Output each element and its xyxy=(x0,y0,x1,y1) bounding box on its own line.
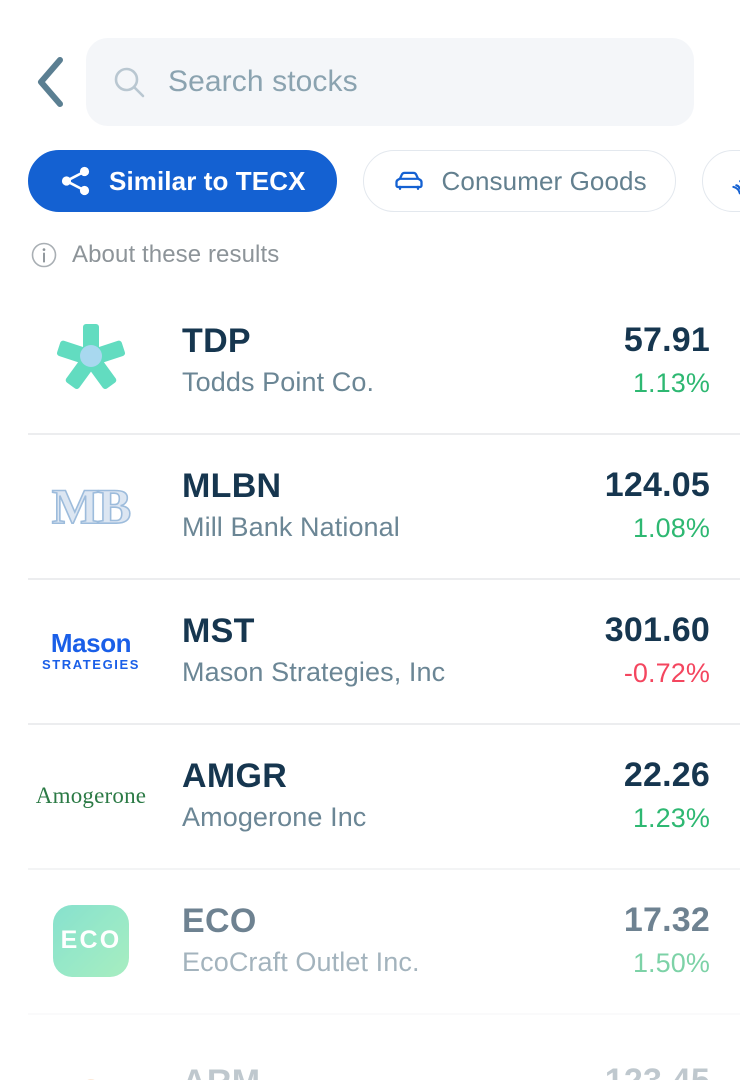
company-logo: ECO xyxy=(28,891,154,991)
filter-chip-row: Similar to TECX Consumer Goods xyxy=(0,126,740,222)
change-percent: -0.72% xyxy=(623,657,710,688)
amogerone-wordmark-logo: Amogerone xyxy=(35,783,147,808)
company-name: Amogerone Inc xyxy=(182,802,367,833)
table-row[interactable]: MB MLBN Mill Bank National 124.05 1.08% xyxy=(0,433,740,578)
about-these-results[interactable]: About these results xyxy=(0,222,740,274)
chip-consumer-goods[interactable]: Consumer Goods xyxy=(362,150,676,212)
satellite-icon xyxy=(731,164,740,198)
top-bar xyxy=(0,0,740,126)
ticker-symbol: AMGR xyxy=(182,756,288,795)
company-name: Mill Bank National xyxy=(182,512,400,543)
table-row[interactable]: ARM 123.45 xyxy=(0,1013,740,1080)
price-cell: 17.32 1.50% xyxy=(624,901,710,979)
search-bar[interactable] xyxy=(86,38,694,126)
mill-bank-mb-logo: MB xyxy=(51,477,132,534)
company-logo: MB xyxy=(28,456,154,556)
company-name: EcoCraft Outlet Inc. xyxy=(182,947,420,978)
back-button[interactable] xyxy=(14,38,86,126)
ticker-symbol: ARM xyxy=(182,1063,605,1080)
ticker-symbol: MST xyxy=(182,611,255,650)
change-percent: 1.50% xyxy=(632,947,710,978)
chip-telecom[interactable]: Tele xyxy=(701,150,740,212)
change-percent: 1.08% xyxy=(632,512,710,543)
price-value: 301.60 xyxy=(604,611,710,650)
company-name-cell: ARM xyxy=(154,1063,605,1080)
change-percent: 1.23% xyxy=(632,802,710,833)
company-name-cell: MST Mason Strategies, Inc xyxy=(154,612,605,689)
info-circle-icon xyxy=(30,241,58,269)
price-value: 22.26 xyxy=(623,756,710,795)
table-row[interactable]: Mason STRATEGIES MST Mason Strategies, I… xyxy=(0,578,740,723)
price-cell: 301.60 -0.72% xyxy=(605,611,710,689)
todds-point-flower-logo xyxy=(51,318,131,403)
price-cell: 57.91 1.13% xyxy=(624,321,710,399)
chip-label: Consumer Goods xyxy=(441,165,647,196)
ticker-symbol: TDP xyxy=(182,321,251,360)
table-row[interactable]: ECO ECO EcoCraft Outlet Inc. 17.32 1.50% xyxy=(0,868,740,1013)
chip-label: Similar to TECX xyxy=(109,165,306,196)
company-logo xyxy=(28,311,154,411)
price-cell: 124.05 1.08% xyxy=(605,466,710,544)
price-value: 123.45 xyxy=(605,1062,710,1080)
search-input[interactable] xyxy=(168,65,668,99)
change-percent: 1.13% xyxy=(632,367,710,398)
company-logo xyxy=(28,1036,154,1080)
search-results-list: TDP Todds Point Co. 57.91 1.13% MB MLBN … xyxy=(0,274,740,1080)
ticker-symbol: ECO xyxy=(182,901,257,940)
stock-search-screen: Similar to TECX Consumer Goods xyxy=(0,0,740,1080)
company-name: Todds Point Co. xyxy=(182,367,375,398)
price-cell: 22.26 1.23% xyxy=(624,756,710,834)
mason-wordmark: Mason xyxy=(50,628,132,658)
mason-subtitle: STRATEGIES xyxy=(41,657,141,672)
chip-similar-to-tecx[interactable]: Similar to TECX xyxy=(28,150,337,212)
price-cell: 123.45 xyxy=(605,1062,710,1080)
company-logo: Mason STRATEGIES xyxy=(28,601,154,701)
company-name-cell: TDP Todds Point Co. xyxy=(154,322,624,399)
company-name-cell: AMGR Amogerone Inc xyxy=(154,757,624,834)
search-icon xyxy=(112,65,146,99)
table-row[interactable]: Amogerone AMGR Amogerone Inc 22.26 1.23% xyxy=(0,723,740,868)
ecocraft-badge-logo: ECO xyxy=(53,904,129,977)
table-row[interactable]: TDP Todds Point Co. 57.91 1.13% xyxy=(0,288,740,433)
about-label: About these results xyxy=(72,241,280,268)
share-nodes-icon xyxy=(59,164,93,198)
ticker-symbol: MLBN xyxy=(182,466,282,505)
car-icon xyxy=(392,164,426,198)
chevron-left-icon xyxy=(33,56,67,108)
company-name: Mason Strategies, Inc xyxy=(182,657,446,688)
price-value: 57.91 xyxy=(623,321,710,360)
mason-strategies-logo: Mason STRATEGIES xyxy=(42,630,140,671)
company-name-cell: ECO EcoCraft Outlet Inc. xyxy=(154,902,624,979)
price-value: 124.05 xyxy=(604,466,710,505)
company-name-cell: MLBN Mill Bank National xyxy=(154,467,605,544)
price-value: 17.32 xyxy=(623,901,710,940)
company-logo: Amogerone xyxy=(28,746,154,846)
